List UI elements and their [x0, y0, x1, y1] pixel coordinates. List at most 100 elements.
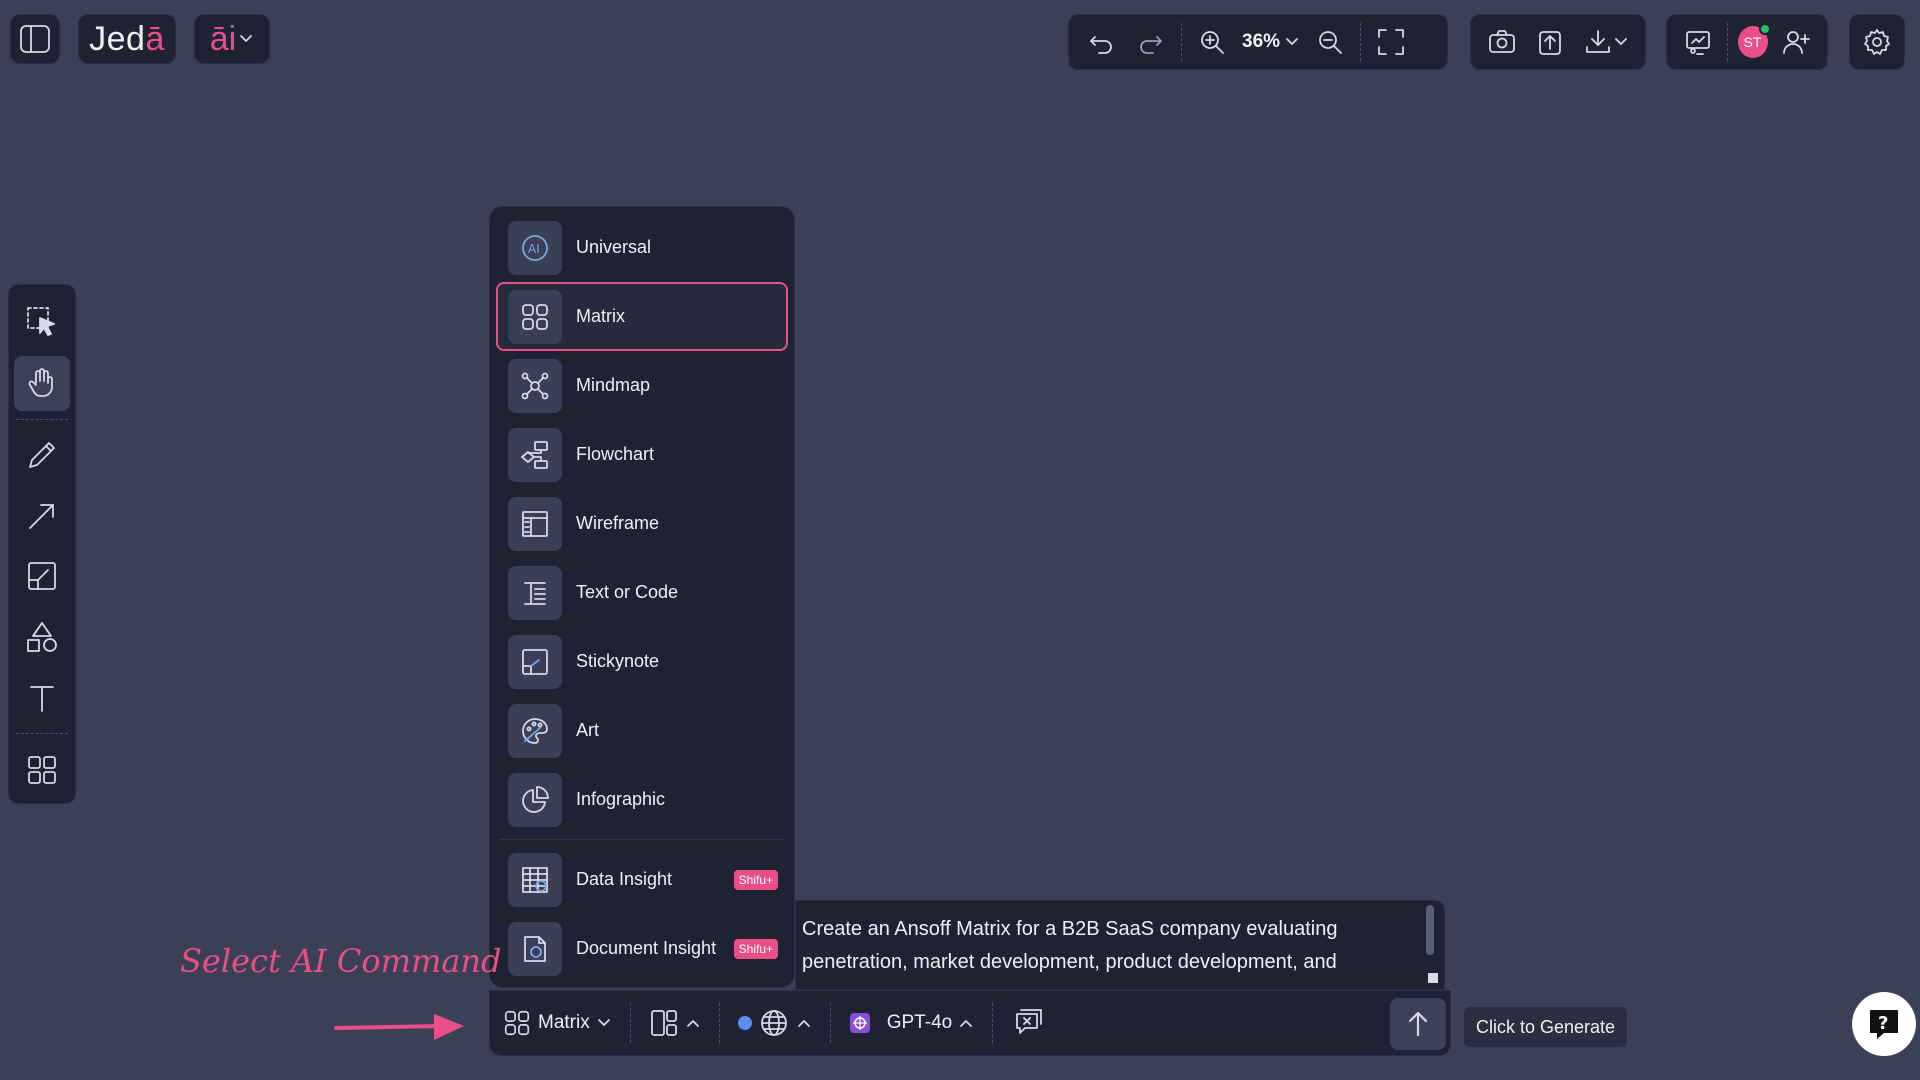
screenshot-button[interactable]: [1483, 22, 1521, 62]
chevron-up-icon: [960, 1020, 973, 1027]
data-grid-icon: [508, 852, 562, 907]
fit-screen-button[interactable]: [1371, 22, 1411, 62]
logo-accent: ā: [145, 19, 165, 58]
zoom-level-dropdown[interactable]: 36%: [1242, 31, 1300, 53]
shapes-icon: [27, 622, 57, 653]
pie-chart-icon: [508, 772, 562, 827]
download-icon: [1586, 30, 1611, 53]
chat-clear-icon: [1016, 1009, 1043, 1034]
hand-tool[interactable]: [14, 355, 70, 411]
menu-item-wireframe[interactable]: Wireframe: [496, 489, 788, 558]
shapes-tool[interactable]: [14, 610, 70, 665]
model-selector[interactable]: GPT-4o: [849, 1012, 974, 1034]
menu-item-text-or-code[interactable]: Text or Code: [496, 558, 788, 627]
resize-handle[interactable]: [1428, 973, 1438, 983]
chevron-down-icon: [597, 1019, 610, 1026]
text-icon: [30, 685, 54, 712]
menu-item-art[interactable]: Art: [496, 696, 788, 765]
menu-item-infographic[interactable]: Infographic: [496, 765, 788, 834]
prompt-line-2: penetration, market development, product…: [802, 951, 1337, 973]
separator: [1726, 23, 1728, 61]
menu-item-label: Document Insight: [576, 938, 717, 958]
share-button[interactable]: [1531, 22, 1569, 62]
sidebar-toggle-button[interactable]: [10, 14, 60, 64]
ai-command-bar: Matrix GPT-4o: [489, 990, 1451, 1056]
separator: [829, 1003, 831, 1043]
stickynote-icon: [508, 634, 562, 689]
menu-item-stickynote[interactable]: Stickynote: [496, 627, 788, 696]
menu-item-universal[interactable]: AI Universal: [496, 213, 788, 282]
presentation-button[interactable]: [1679, 22, 1717, 62]
chevron-up-icon: [797, 1020, 810, 1027]
zoom-out-button[interactable]: [1310, 22, 1350, 62]
tutorial-annotation: Select AI Command: [180, 942, 502, 980]
menu-item-data-insight[interactable]: Data Insight Shifu+: [496, 845, 788, 914]
grid-icon: [28, 755, 56, 784]
menu-item-label: Mindmap: [576, 375, 651, 395]
tool-palette: [8, 284, 76, 804]
premium-badge: Shifu+: [733, 869, 778, 890]
menu-item-label: Infographic: [576, 789, 666, 809]
command-label: Matrix: [538, 1012, 590, 1033]
command-selector[interactable]: Matrix: [502, 1008, 612, 1038]
openai-icon: [849, 1013, 870, 1033]
presentation-icon: [1685, 31, 1710, 55]
templates-tool[interactable]: [14, 742, 70, 797]
web-search-selector[interactable]: [737, 1007, 812, 1039]
menu-item-label: Data Insight: [576, 869, 673, 889]
layout-selector[interactable]: [649, 1008, 701, 1038]
generate-button[interactable]: [1390, 998, 1446, 1050]
chevron-down-icon: [1615, 38, 1628, 45]
view-toolbar: 36%: [1068, 14, 1448, 70]
zoom-in-button[interactable]: [1192, 22, 1232, 62]
separator: [16, 733, 68, 735]
online-status-dot: [1758, 23, 1771, 35]
separator: [16, 418, 68, 420]
prompt-scrollbar[interactable]: [1426, 905, 1434, 955]
annotation-arrow-icon: [334, 1014, 464, 1040]
menu-item-flowchart[interactable]: Flowchart: [496, 420, 788, 489]
pen-tool[interactable]: [14, 428, 70, 483]
menu-item-label: Universal: [576, 237, 652, 257]
zoom-out-icon: [1319, 31, 1342, 54]
export-toolbar: [1470, 14, 1646, 70]
matrix-icon: [504, 1010, 530, 1036]
model-label: GPT-4o: [886, 1012, 953, 1033]
ai-menu-button[interactable]: āi: [194, 14, 270, 64]
help-button[interactable]: ?: [1852, 992, 1916, 1056]
zoom-in-icon: [1201, 31, 1224, 54]
separator: [1181, 23, 1182, 61]
collaboration-toolbar: ST: [1666, 14, 1828, 70]
app-logo[interactable]: Jed ā: [78, 14, 176, 64]
undo-button[interactable]: [1081, 22, 1121, 62]
settings-button[interactable]: [1849, 14, 1905, 70]
invite-user-button[interactable]: [1778, 22, 1816, 62]
menu-item-mindmap[interactable]: Mindmap: [496, 351, 788, 420]
user-avatar[interactable]: ST: [1737, 23, 1771, 58]
separator: [992, 1003, 994, 1043]
menu-item-document-insight[interactable]: Document Insight Shifu+: [496, 914, 788, 983]
add-user-icon: [1783, 31, 1811, 54]
frame-tool[interactable]: [14, 549, 70, 604]
hand-icon: [28, 368, 53, 398]
download-button[interactable]: [1579, 22, 1633, 62]
text-tool[interactable]: [14, 671, 70, 726]
select-tool[interactable]: [14, 295, 70, 350]
menu-item-label: Text or Code: [576, 582, 679, 602]
clear-chat-button[interactable]: [1011, 1006, 1045, 1040]
sidebar-icon: [20, 25, 50, 53]
chevron-down-icon: [1286, 38, 1298, 45]
upload-icon: [1539, 31, 1562, 55]
prompt-input[interactable]: Create an Ansoff Matrix for a B2B SaaS c…: [795, 900, 1445, 990]
redo-button[interactable]: [1131, 22, 1171, 62]
status-dot: [737, 1016, 752, 1030]
matrix-icon: [508, 289, 562, 344]
arrow-tool[interactable]: [14, 488, 70, 543]
separator: [629, 1003, 631, 1043]
wireframe-icon: [508, 496, 562, 551]
fullscreen-icon: [1378, 29, 1404, 55]
redo-icon: [1140, 36, 1162, 54]
premium-badge: Shifu+: [733, 938, 778, 959]
undo-icon: [1090, 36, 1112, 54]
menu-item-matrix[interactable]: Matrix: [496, 282, 788, 351]
